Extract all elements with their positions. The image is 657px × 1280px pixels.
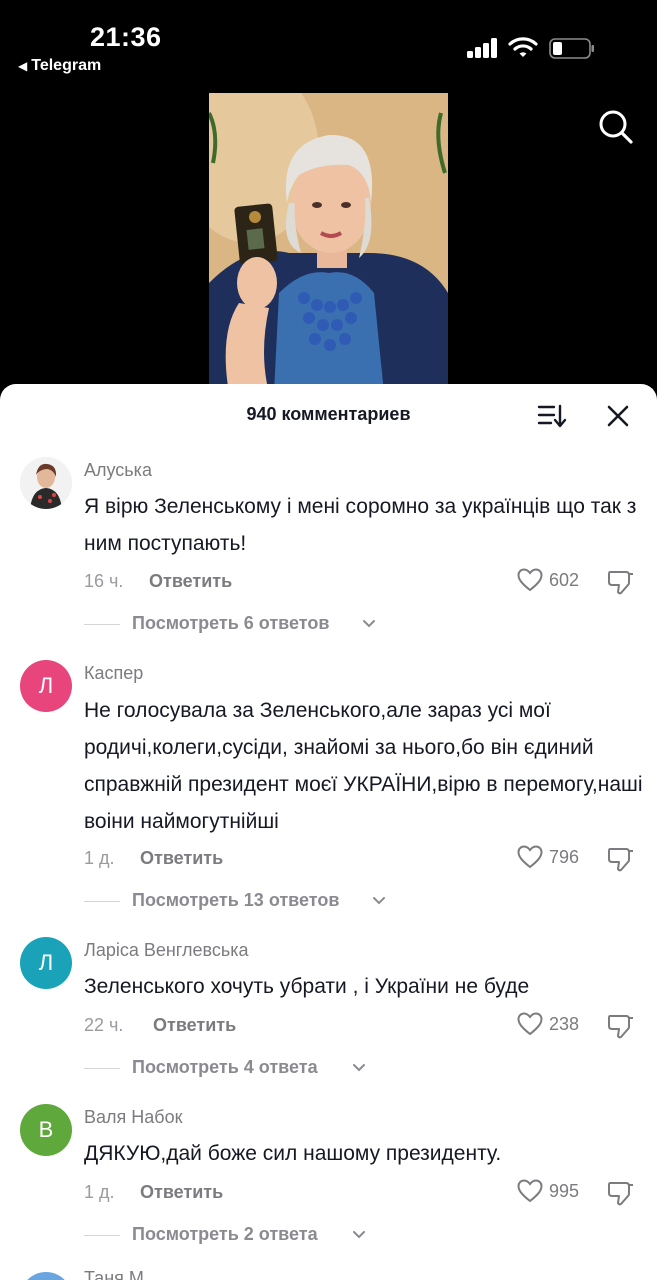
divider [84, 901, 120, 902]
view-replies-label: Посмотреть 4 ответа [132, 1057, 318, 1077]
dislike-icon[interactable] [607, 1179, 635, 1207]
divider [84, 624, 120, 625]
comments-sheet: 940 комментариев Алуська Я вірю Зеленськ… [0, 384, 657, 1280]
divider [84, 1235, 120, 1236]
heart-icon [517, 845, 543, 869]
chevron-down-icon [363, 620, 375, 628]
heart-icon [517, 1179, 543, 1203]
comment-time: 1 д. [84, 848, 115, 868]
like-count: 602 [549, 570, 580, 590]
avatar[interactable]: Л [20, 660, 72, 712]
comment-text: Я вірю Зеленському і мені соромно за укр… [84, 495, 637, 555]
dislike-icon[interactable] [607, 1012, 635, 1040]
comment-author[interactable]: Валя Набок [84, 1107, 182, 1128]
video-player[interactable] [0, 84, 657, 394]
reply-button[interactable]: Ответить [149, 571, 232, 592]
comment-text: ДЯКУЮ,дай боже сил нашому президенту. [84, 1142, 502, 1165]
view-replies-label: Посмотреть 6 ответов [132, 613, 330, 633]
battery-low-icon [549, 38, 594, 59]
chevron-down-icon [353, 1231, 365, 1239]
reply-button[interactable]: Ответить [140, 1182, 223, 1203]
status-bar: 21:36 ◀ Telegram [0, 0, 657, 84]
avatar[interactable]: В [20, 1104, 72, 1156]
view-replies-label: Посмотреть 2 ответа [132, 1224, 318, 1244]
avatar-letter: В [38, 1117, 54, 1142]
view-replies-label: Посмотреть 13 ответов [132, 890, 340, 910]
comment-text: Зеленського хочуть убрати , і України не… [84, 975, 530, 998]
like-button[interactable]: 995 [517, 1178, 589, 1206]
close-icon[interactable] [606, 404, 630, 428]
comment-time: 22 ч. [84, 1015, 124, 1035]
comment-time: 16 ч. [84, 571, 124, 591]
comment-author[interactable]: Таня М [84, 1268, 144, 1280]
avatar-letter: Л [38, 673, 54, 698]
video-thumbnail [209, 93, 448, 393]
avatar[interactable] [20, 457, 72, 509]
comment-author[interactable]: Алуська [84, 460, 152, 481]
comment-time: 1 д. [84, 1182, 115, 1202]
avatar-photo [20, 457, 72, 509]
comment-author[interactable]: Каспер [84, 663, 143, 684]
avatar-letter: Л [38, 950, 54, 975]
like-button[interactable]: 238 [517, 1011, 589, 1039]
cellular-signal-icon [467, 38, 499, 58]
avatar[interactable]: Л [20, 937, 72, 989]
like-button[interactable]: 796 [517, 844, 589, 872]
clock: 21:36 [90, 22, 162, 52]
divider [84, 1068, 120, 1069]
dislike-icon[interactable] [607, 845, 635, 873]
video-frame-illustration [209, 93, 448, 393]
search-icon[interactable] [598, 109, 634, 145]
like-count: 796 [549, 847, 580, 867]
like-count: 238 [549, 1014, 580, 1034]
reply-button[interactable]: Ответить [140, 848, 223, 869]
wifi-icon [508, 37, 538, 57]
sort-icon[interactable] [537, 403, 567, 429]
comment-author[interactable]: Ларіса Венглевська [84, 940, 249, 961]
reply-button[interactable]: Ответить [153, 1015, 236, 1036]
comments-header: 940 комментариев [0, 384, 657, 444]
back-app-label: Telegram [31, 57, 102, 74]
back-to-app-link[interactable]: ◀ Telegram [18, 57, 101, 75]
chevron-down-icon [353, 1064, 365, 1072]
heart-icon [517, 1012, 543, 1036]
like-button[interactable]: 602 [517, 567, 589, 595]
chevron-down-icon [373, 897, 385, 905]
heart-icon [517, 568, 543, 592]
like-count: 995 [549, 1181, 580, 1201]
back-arrow-icon: ◀ [18, 59, 28, 73]
avatar[interactable] [20, 1272, 72, 1280]
dislike-icon[interactable] [607, 568, 635, 596]
comment-text: Не голосувала за Зеленського,але зараз у… [84, 699, 643, 833]
